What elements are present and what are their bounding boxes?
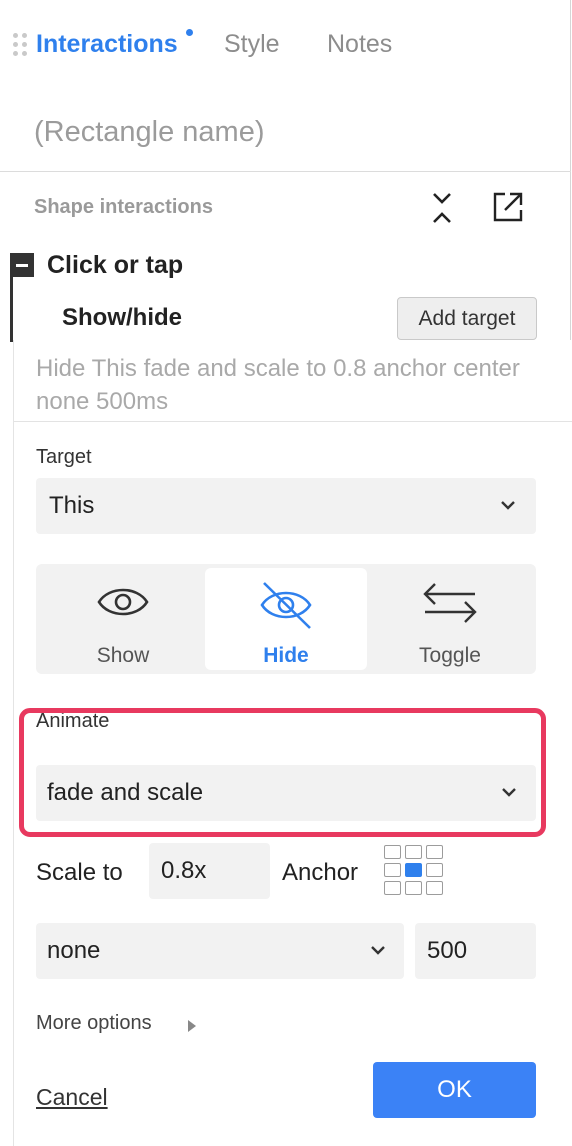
tree-connector	[10, 272, 13, 342]
collapse-interaction-icon[interactable]	[10, 253, 34, 277]
action-summary-text: Hide This fade and scale to 0.8 anchor c…	[36, 355, 520, 415]
easing-select-value: none	[47, 937, 101, 964]
mode-show-label: Show	[96, 644, 150, 667]
anchor-bottom-center[interactable]	[405, 881, 422, 895]
target-label: Target	[36, 446, 92, 468]
target-select[interactable]: This	[36, 478, 536, 534]
highlight-box	[19, 708, 546, 837]
scale-input-value: 0.8x	[161, 857, 207, 884]
anchor-middle-left[interactable]	[384, 863, 401, 877]
anchor-bottom-left[interactable]	[384, 881, 401, 895]
chevron-down-icon	[371, 946, 385, 955]
scale-input[interactable]: 0.8x	[149, 843, 270, 899]
anchor-top-center[interactable]	[405, 845, 422, 859]
unsaved-indicator-dot	[186, 29, 193, 36]
duration-input-value: 500	[427, 937, 468, 964]
ok-button[interactable]: OK	[373, 1062, 536, 1118]
tab-interactions[interactable]: Interactions	[36, 30, 178, 59]
add-target-button[interactable]: Add target	[397, 297, 537, 340]
caret-right-icon[interactable]	[188, 1020, 196, 1032]
anchor-top-left[interactable]	[384, 845, 401, 859]
action-editor: Hide This fade and scale to 0.8 anchor c…	[13, 340, 572, 1146]
swap-arrows-icon	[423, 583, 477, 623]
tab-notes[interactable]: Notes	[327, 30, 392, 59]
interactions-panel: Interactions Style Notes (Rectangle name…	[0, 0, 572, 1146]
collapse-icon[interactable]	[428, 190, 456, 226]
eye-icon	[97, 588, 149, 616]
anchor-center[interactable]	[405, 863, 422, 877]
trigger-label: Click or tap	[47, 251, 184, 279]
mode-show-button[interactable]: Show	[42, 568, 204, 670]
shape-name-row: (Rectangle name)	[0, 92, 571, 172]
mode-hide-label: Hide	[263, 644, 309, 667]
more-options-toggle[interactable]: More options	[36, 1012, 152, 1035]
cancel-button[interactable]: Cancel	[36, 1084, 108, 1111]
visibility-mode-selector: Show Hide Toggle	[36, 564, 536, 674]
duration-input[interactable]: 500	[415, 923, 536, 979]
eye-off-icon	[260, 582, 312, 629]
easing-select[interactable]: none	[36, 923, 404, 979]
tab-style[interactable]: Style	[224, 30, 280, 59]
anchor-picker[interactable]	[384, 845, 446, 897]
external-link-icon[interactable]	[491, 190, 525, 224]
anchor-label: Anchor	[282, 859, 359, 886]
mode-toggle-button[interactable]: Toggle	[369, 568, 531, 670]
anchor-bottom-right[interactable]	[426, 881, 443, 895]
chevron-down-icon	[501, 501, 515, 510]
anchor-top-right[interactable]	[426, 845, 443, 859]
action-label: Show/hide	[62, 304, 182, 331]
section-title: Shape interactions	[34, 196, 213, 218]
mode-hide-button[interactable]: Hide	[205, 568, 367, 670]
action-summary: Hide This fade and scale to 0.8 anchor c…	[14, 340, 572, 422]
anchor-middle-right[interactable]	[426, 863, 443, 877]
scale-label: Scale to	[36, 859, 123, 886]
drag-handle-icon[interactable]	[13, 33, 29, 61]
panel-tabs: Interactions Style Notes	[0, 0, 571, 92]
mode-toggle-label: Toggle	[419, 644, 481, 667]
target-select-value: This	[49, 492, 95, 519]
shape-name-field[interactable]: (Rectangle name)	[34, 116, 265, 149]
